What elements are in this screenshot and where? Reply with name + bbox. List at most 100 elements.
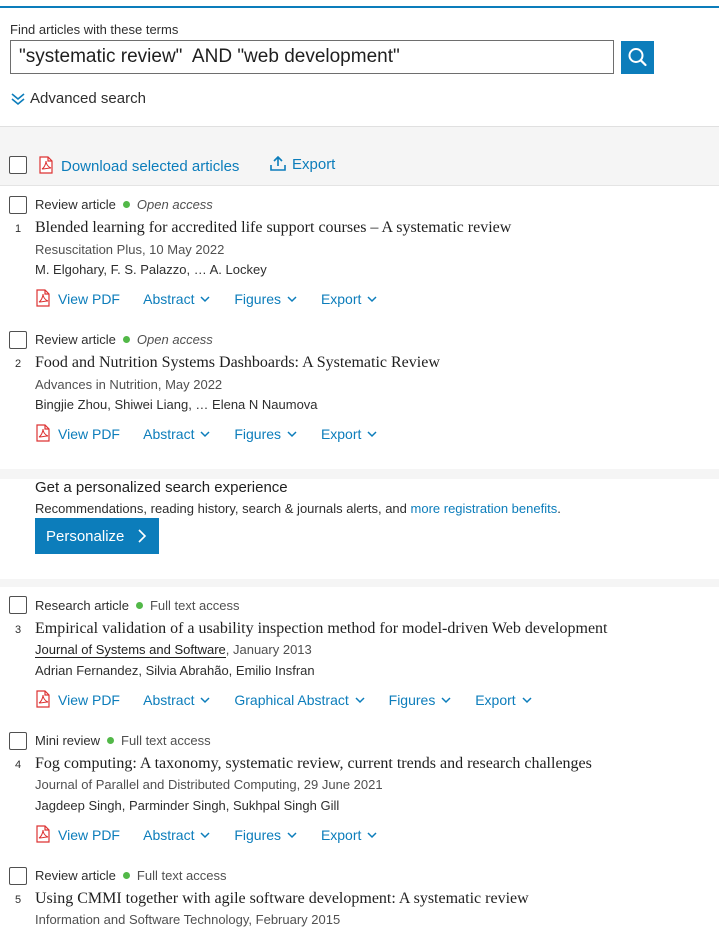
figures-toggle[interactable]: Figures — [389, 692, 452, 708]
result-item-1: Review article Open access 1 Blended lear… — [0, 186, 719, 323]
pdf-icon — [36, 289, 50, 307]
article-type: Research article Full text access — [35, 598, 240, 613]
export-toggle[interactable]: Export — [321, 426, 377, 442]
article-source: Journal of Parallel and Distributed Comp… — [35, 777, 383, 792]
graphical-abstract-toggle[interactable]: Graphical Abstract — [234, 692, 365, 708]
results-toolbar: Download selected articles Export — [0, 127, 719, 186]
chevron-down-icon — [287, 832, 297, 839]
article-title[interactable]: Food and Nutrition Systems Dashboards: A… — [35, 354, 440, 372]
chevron-down-icon — [200, 431, 210, 438]
double-chevron-down-icon — [11, 93, 25, 106]
advanced-search-link[interactable]: Advanced search — [10, 90, 146, 107]
chevron-down-icon — [367, 431, 377, 438]
result-number: 3 — [15, 624, 22, 636]
export-label: Export — [292, 156, 336, 173]
article-authors: Adrian Fernandez, Silvia Abrahão, Emilio… — [35, 663, 315, 678]
open-access-dot — [122, 201, 130, 208]
pdf-icon — [36, 690, 50, 708]
pdf-icon — [36, 424, 50, 442]
promo-title: Get a personalized search experience — [35, 479, 288, 496]
result-number: 4 — [15, 759, 22, 771]
chevron-down-icon — [367, 296, 377, 303]
chevron-down-icon — [200, 832, 210, 839]
results-panel: Download selected articles Export Review… — [0, 126, 719, 942]
article-title[interactable]: Fog computing: A taxonomy, systematic re… — [35, 755, 592, 773]
article-title[interactable]: Empirical validation of a usability insp… — [35, 620, 608, 638]
download-selected-label: Download selected articles — [61, 158, 240, 175]
chevron-down-icon — [287, 296, 297, 303]
article-actions: View PDF Abstract Figures Export — [35, 424, 397, 442]
result-number: 1 — [15, 223, 22, 235]
result-checkbox[interactable] — [9, 331, 27, 349]
search-label: Find articles with these terms — [10, 22, 179, 37]
chevron-right-icon — [138, 529, 147, 543]
chevron-down-icon — [522, 697, 532, 704]
open-access-dot — [122, 336, 130, 343]
article-actions: View PDF Abstract Figures Export — [35, 825, 397, 843]
view-pdf-button[interactable]: View PDF — [35, 690, 120, 708]
export-toggle[interactable]: Export — [321, 827, 377, 843]
chevron-down-icon — [355, 697, 365, 704]
result-number: 5 — [15, 894, 22, 906]
article-title[interactable]: Blended learning for accredited life sup… — [35, 219, 511, 237]
result-checkbox[interactable] — [9, 867, 27, 885]
view-pdf-button[interactable]: View PDF — [35, 424, 120, 442]
result-checkbox[interactable] — [9, 196, 27, 214]
result-item-4: Mini review Full text access 4 Fog comput… — [0, 727, 719, 862]
download-selected-button[interactable]: Download selected articles — [38, 156, 239, 175]
view-pdf-button[interactable]: View PDF — [35, 289, 120, 307]
personalize-promo: Get a personalized search experience Rec… — [0, 479, 719, 579]
chevron-down-icon — [200, 296, 210, 303]
personalize-button[interactable]: Personalize — [35, 518, 159, 554]
pdf-icon — [39, 156, 53, 174]
search-panel: Find articles with these terms Advanced … — [0, 8, 719, 126]
access-dot — [135, 602, 143, 609]
journal-link[interactable]: Journal of Systems and Software — [35, 642, 226, 658]
advanced-search-label: Advanced search — [30, 90, 146, 107]
figures-toggle[interactable]: Figures — [234, 827, 297, 843]
chevron-down-icon — [367, 832, 377, 839]
chevron-down-icon — [200, 697, 210, 704]
article-type: Review article Full text access — [35, 868, 227, 883]
article-type: Review article Open access — [35, 332, 213, 347]
abstract-toggle[interactable]: Abstract — [143, 291, 210, 307]
result-item-5: Review article Full text access 5 Using C… — [0, 862, 719, 942]
access-dot — [122, 872, 130, 879]
abstract-toggle[interactable]: Abstract — [143, 827, 210, 843]
abstract-toggle[interactable]: Abstract — [143, 426, 210, 442]
search-button[interactable] — [621, 41, 654, 74]
article-actions: View PDF Abstract Figures Export — [35, 289, 397, 307]
result-item-2: Review article Open access 2 Food and Nut… — [0, 323, 719, 469]
article-authors: Jagdeep Singh, Parminder Singh, Sukhpal … — [35, 798, 340, 813]
article-authors: Bingjie Zhou, Shiwei Liang, … Elena N Na… — [35, 397, 318, 412]
article-source: Journal of Systems and Software, January… — [35, 642, 312, 658]
figures-toggle[interactable]: Figures — [234, 291, 297, 307]
export-icon — [270, 156, 286, 171]
result-checkbox[interactable] — [9, 596, 27, 614]
export-toggle[interactable]: Export — [475, 692, 532, 708]
article-authors: M. Elgohary, F. S. Palazzo, … A. Lockey — [35, 262, 267, 277]
article-type: Review article Open access — [35, 197, 213, 212]
result-number: 2 — [15, 358, 22, 370]
article-title[interactable]: Using CMMI together with agile software … — [35, 890, 529, 908]
registration-benefits-link[interactable]: more registration benefits — [411, 501, 558, 516]
access-dot — [107, 737, 115, 744]
figures-toggle[interactable]: Figures — [234, 426, 297, 442]
search-input[interactable] — [10, 40, 614, 74]
select-all-checkbox[interactable] — [9, 156, 27, 174]
article-type: Mini review Full text access — [35, 733, 211, 748]
article-source: Information and Software Technology, Feb… — [35, 912, 341, 927]
search-icon — [628, 48, 647, 67]
export-button[interactable]: Export — [270, 156, 335, 173]
abstract-toggle[interactable]: Abstract — [143, 692, 210, 708]
pdf-icon — [36, 825, 50, 843]
article-actions: View PDF Abstract Graphical Abstract Fig… — [35, 690, 552, 708]
result-item-3: Research article Full text access 3 Empir… — [0, 587, 719, 727]
chevron-down-icon — [441, 697, 451, 704]
chevron-down-icon — [287, 431, 297, 438]
view-pdf-button[interactable]: View PDF — [35, 825, 120, 843]
export-toggle[interactable]: Export — [321, 291, 377, 307]
article-source: Advances in Nutrition, May 2022 — [35, 377, 223, 392]
result-checkbox[interactable] — [9, 732, 27, 750]
article-source: Resuscitation Plus, 10 May 2022 — [35, 242, 225, 257]
